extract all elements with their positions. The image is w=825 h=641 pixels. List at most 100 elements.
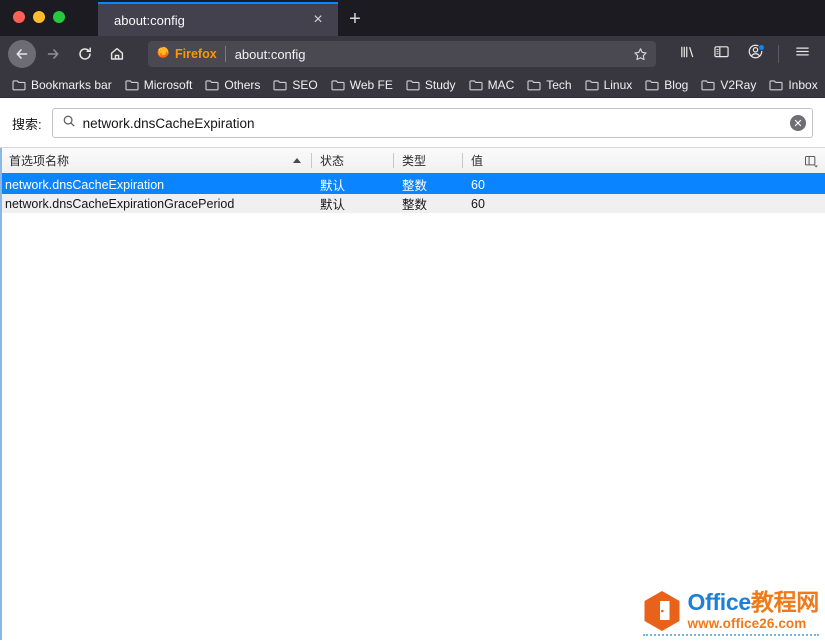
- watermark-text: Office教程网 www.office26.com: [688, 591, 820, 631]
- home-button[interactable]: [102, 40, 132, 68]
- about-config-page: 搜索: network.dnsCacheExpiration ✕ 首选项名称 状…: [0, 98, 825, 640]
- bookmark-item-seo[interactable]: SEO: [267, 76, 323, 94]
- folder-icon: [769, 79, 783, 91]
- bookmark-item-inbox[interactable]: Inbox: [763, 76, 823, 94]
- table-cell-name: network.dnsCacheExpiration: [5, 177, 165, 192]
- tab-strip: about:config × +: [98, 0, 372, 36]
- table-body: network.dnsCacheExpiration 默认 整数 60 network.…: [0, 175, 825, 213]
- watermark-brand-office: Office: [687, 589, 752, 616]
- table-cell-type: 整数: [402, 198, 428, 212]
- back-arrow-icon: [14, 46, 30, 62]
- bookmark-label: Tech: [546, 77, 572, 92]
- bookmark-item-tech[interactable]: Tech: [521, 76, 577, 94]
- new-tab-icon[interactable]: +: [338, 2, 372, 36]
- column-divider: [462, 153, 463, 168]
- bookmark-label: Microsoft: [143, 77, 193, 92]
- search-input[interactable]: network.dnsCacheExpiration ✕: [51, 108, 813, 138]
- column-header-type[interactable]: 类型: [393, 148, 462, 173]
- forward-button[interactable]: [38, 40, 68, 68]
- bookmark-item-others[interactable]: Others: [199, 76, 266, 94]
- folder-icon: [12, 79, 26, 91]
- table-cell-type: 整数: [402, 179, 428, 193]
- reload-button[interactable]: [70, 40, 100, 68]
- url-text[interactable]: about:config: [235, 47, 628, 62]
- bookmark-item-bookmarks-bar[interactable]: Bookmarks bar: [6, 76, 118, 94]
- table-cell-state: 默认: [320, 198, 346, 212]
- bookmarks-bar: Bookmarks bar Microsoft Others SEO Web FE Stu…: [0, 72, 825, 98]
- toolbar-actions: [668, 40, 817, 68]
- table-cell-name: network.dnsCacheExpirationGracePeriod: [5, 196, 235, 211]
- column-divider: [393, 153, 394, 168]
- column-divider: [311, 153, 312, 168]
- preferences-table: 首选项名称 状态 类型 值 network.dnsCacheExpiration…: [0, 147, 825, 640]
- tab-title: about:config: [114, 12, 185, 28]
- folder-icon: [701, 79, 715, 91]
- column-header-name-label: 首选项名称: [9, 154, 70, 168]
- watermark-url: www.office26.com: [687, 616, 807, 632]
- bookmark-label: Web FE: [349, 77, 393, 92]
- bookmark-item-v2ray[interactable]: V2Ray: [695, 76, 762, 94]
- browser-window: about:config × + Firefox about:config Bo…: [0, 0, 825, 641]
- clear-search-icon[interactable]: ✕: [790, 115, 806, 131]
- home-icon: [109, 46, 125, 62]
- folder-icon: [527, 79, 541, 91]
- watermark-brand-cn: 教程网: [750, 589, 819, 616]
- column-picker-icon[interactable]: [801, 152, 821, 171]
- search-label: 搜索:: [12, 116, 42, 132]
- maximize-window-button[interactable]: [53, 11, 65, 23]
- sort-ascending-icon: [293, 158, 301, 163]
- column-header-state[interactable]: 状态: [311, 148, 393, 173]
- table-row[interactable]: network.dnsCacheExpiration 默认 整数 60: [0, 175, 825, 194]
- folder-icon: [406, 79, 420, 91]
- title-bar: about:config × +: [0, 0, 825, 36]
- bookmark-label: V2Ray: [720, 77, 757, 92]
- table-row[interactable]: network.dnsCacheExpirationGracePeriod 默认 整…: [0, 194, 825, 213]
- office-logo-icon: [643, 590, 681, 632]
- folder-icon: [273, 79, 287, 91]
- search-input-value[interactable]: network.dnsCacheExpiration: [83, 116, 783, 131]
- folder-icon: [585, 79, 599, 91]
- toolbar-divider: [778, 45, 779, 63]
- firefox-brand: Firefox: [156, 45, 225, 64]
- account-notification-badge: [758, 44, 765, 51]
- url-bar[interactable]: Firefox about:config: [148, 41, 656, 67]
- sidebar-button[interactable]: [706, 40, 736, 68]
- bookmark-item-linux[interactable]: Linux: [579, 76, 639, 94]
- column-header-value-label: 值: [471, 154, 484, 168]
- column-header-value[interactable]: 值: [462, 148, 825, 173]
- site-watermark: Office教程网 www.office26.com: [642, 590, 820, 636]
- minimize-window-button[interactable]: [33, 11, 45, 23]
- folder-icon: [469, 79, 483, 91]
- bookmark-item-mac[interactable]: MAC: [463, 76, 521, 94]
- table-cell-state: 默认: [320, 179, 346, 193]
- folder-icon: [205, 79, 219, 91]
- hamburger-menu-icon: [794, 44, 811, 64]
- close-window-button[interactable]: [13, 11, 25, 23]
- close-tab-icon[interactable]: ×: [308, 10, 328, 30]
- library-button[interactable]: [672, 40, 702, 68]
- column-header-state-label: 状态: [320, 154, 345, 168]
- url-separator: [224, 46, 226, 62]
- star-icon[interactable]: [628, 42, 652, 66]
- bookmark-item-blog[interactable]: Blog: [639, 76, 694, 94]
- column-header-name[interactable]: 首选项名称: [0, 148, 311, 173]
- window-controls: [13, 11, 65, 23]
- account-button[interactable]: [740, 40, 770, 68]
- bookmark-item-study[interactable]: Study: [400, 76, 462, 94]
- folder-icon: [331, 79, 345, 91]
- bookmark-label: Linux: [603, 77, 633, 92]
- bookmark-label: Others: [224, 77, 261, 92]
- app-menu-button[interactable]: [787, 40, 817, 68]
- tab-about-config[interactable]: about:config ×: [98, 2, 338, 36]
- focus-indicator-rail: [0, 148, 2, 640]
- back-button[interactable]: [8, 40, 36, 68]
- search-icon: [62, 114, 76, 133]
- bookmark-item-web-fe[interactable]: Web FE: [325, 76, 399, 94]
- bookmark-item-microsoft[interactable]: Microsoft: [119, 76, 199, 94]
- forward-arrow-icon: [45, 46, 61, 62]
- firefox-brand-label: Firefox: [175, 47, 217, 61]
- folder-icon: [125, 79, 139, 91]
- bookmark-label: Bookmarks bar: [31, 77, 112, 92]
- navigation-toolbar: Firefox about:config: [0, 36, 825, 72]
- bookmark-label: Study: [424, 77, 456, 92]
